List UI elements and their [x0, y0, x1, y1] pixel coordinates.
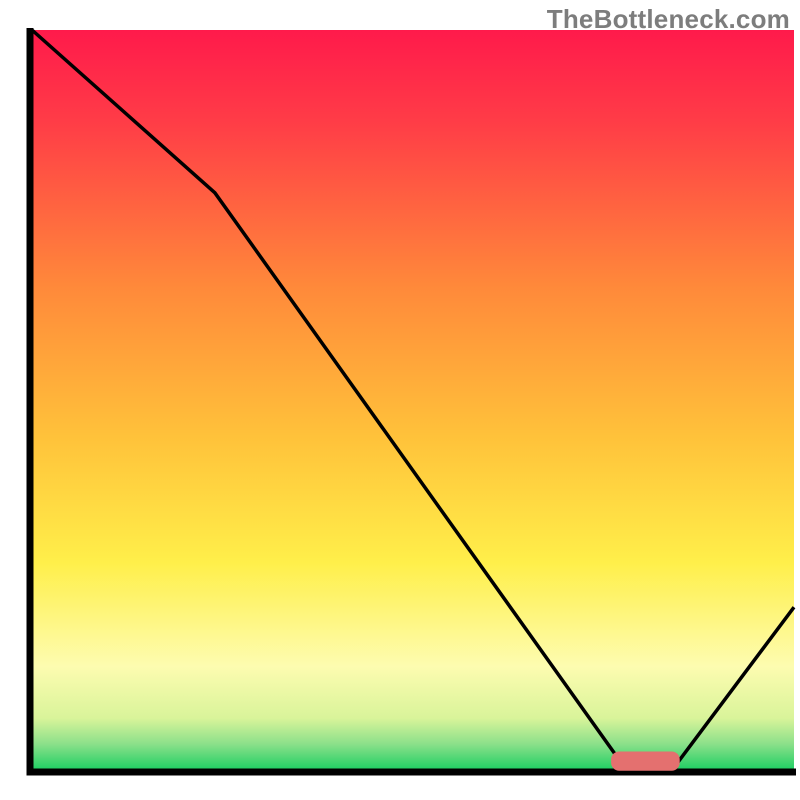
chart-container: TheBottleneck.com — [0, 0, 800, 800]
plot-background — [32, 30, 794, 770]
bottleneck-chart — [0, 0, 800, 800]
optimal-range-marker — [611, 751, 680, 770]
watermark-label: TheBottleneck.com — [547, 4, 790, 35]
